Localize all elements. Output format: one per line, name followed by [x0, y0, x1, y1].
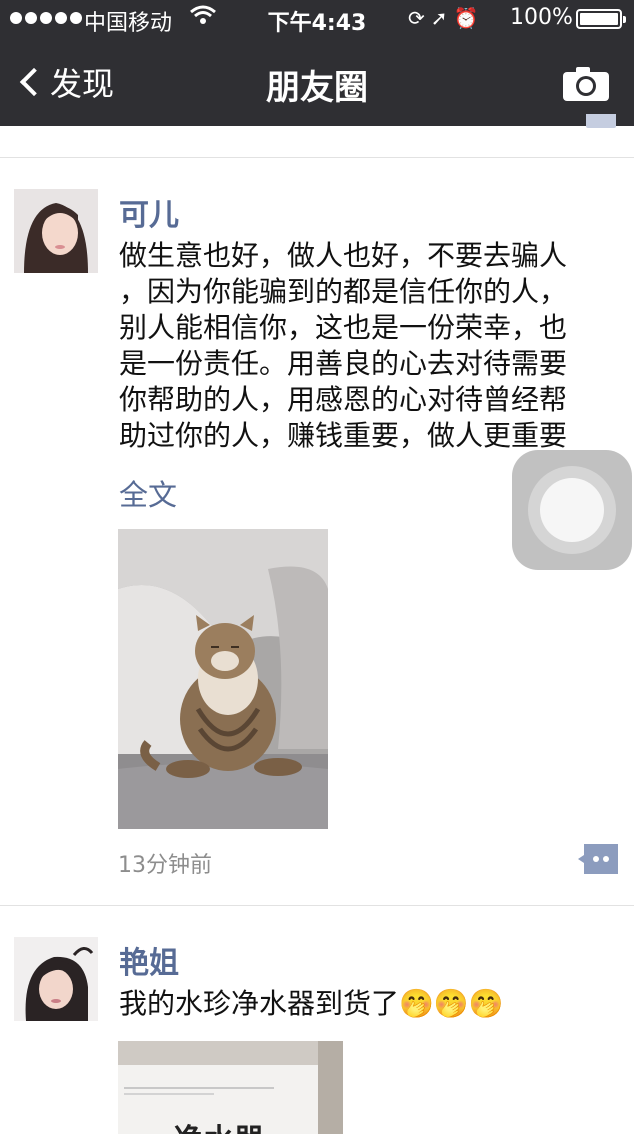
top-bar: 中国移动 下午4:43 ⟳➚⏰ 100% 发现 朋友圈 — [0, 0, 634, 126]
post-text-line: 别人能相信你，这也是一份荣幸，也 — [119, 311, 568, 344]
post-text-line: ，因为你能骗到的都是信任你的人， — [119, 275, 568, 308]
product-box-label: 净水器 — [174, 1115, 264, 1134]
post-author-name[interactable]: 艳姐 — [119, 938, 179, 982]
camera-icon[interactable] — [562, 66, 610, 102]
avatar[interactable] — [14, 937, 98, 1021]
page-title: 朋友圈 — [266, 68, 368, 108]
previous-post-comment-icon — [586, 114, 616, 128]
post-divider — [0, 157, 634, 158]
post-text-line: 助过你的人，赚钱重要，做人更重要 — [119, 419, 568, 452]
full-text-link[interactable]: 全文 — [119, 472, 177, 514]
post-text: 做生意也好，做人也好，不要去骗人 ，因为你能骗到的都是信任你的人， 别人能相信你… — [119, 238, 567, 454]
post-photo-cat[interactable] — [118, 529, 328, 829]
post-time: 13分钟前 — [118, 853, 212, 878]
post-photo-product-box[interactable]: 净水器 — [118, 1041, 343, 1134]
post-text: 我的水珍净水器到货了🤭🤭🤭 — [119, 987, 504, 1020]
comment-icon[interactable] — [578, 844, 618, 874]
assistive-touch-button[interactable] — [512, 450, 632, 570]
location-icon: ➚ — [430, 6, 454, 30]
alarm-icon: ⏰ — [453, 6, 485, 30]
post-divider — [0, 905, 634, 906]
status-bar: 中国移动 下午4:43 ⟳➚⏰ 100% — [0, 0, 634, 38]
post-author-name[interactable]: 可儿 — [119, 190, 179, 234]
battery-percent: 100% — [510, 5, 573, 30]
post-text-line: 你帮助的人，用感恩的心对待曾经帮 — [119, 383, 568, 416]
rotation-lock-icon: ⟳ — [408, 6, 431, 30]
avatar[interactable] — [14, 189, 98, 273]
status-icons: ⟳➚⏰ — [408, 6, 484, 30]
post-text-line: 是一份责任。用善良的心去对待需要 — [119, 347, 568, 380]
battery-icon — [576, 9, 626, 29]
post-text-line: 做生意也好，做人也好，不要去骗人 — [119, 239, 568, 272]
nav-bar: 发现 朋友圈 — [0, 38, 634, 126]
